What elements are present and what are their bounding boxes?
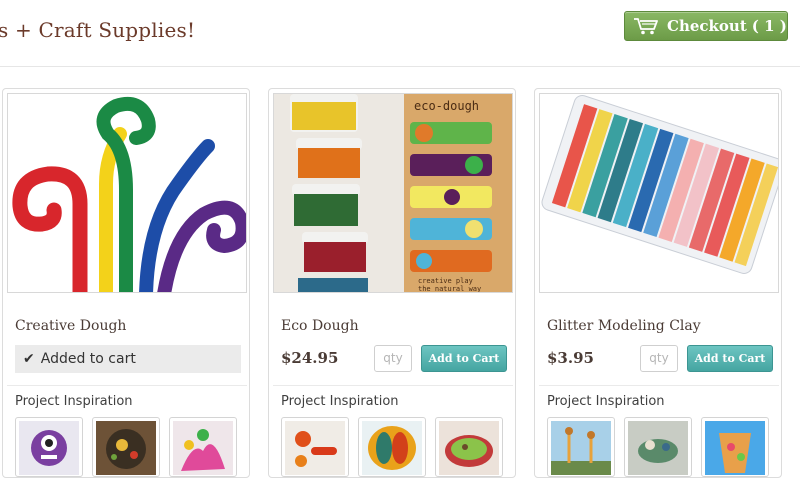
inspiration-thumbnail[interactable] — [624, 417, 692, 477]
product-image[interactable] — [7, 93, 247, 293]
project-inspiration-label: Project Inspiration — [15, 394, 133, 409]
inspiration-thumbnail[interactable] — [15, 417, 83, 477]
added-to-cart-label: Added to cart — [40, 351, 136, 367]
checkout-count: ( 1 ) — [751, 17, 787, 35]
product-card-creative-dough: Creative Dough ✔ Added to cart Project I… — [2, 88, 250, 478]
product-image[interactable] — [539, 93, 779, 293]
inspiration-thumbnail[interactable] — [169, 417, 237, 477]
product-image[interactable]: eco-dough creative play the natural way — [273, 93, 513, 293]
divider — [539, 385, 779, 386]
checkmark-icon: ✔ — [23, 351, 35, 367]
inspiration-thumbnail[interactable] — [92, 417, 160, 477]
thumbnail-image — [362, 421, 422, 475]
checkout-button[interactable]: Checkout ( 1 ) — [624, 11, 788, 41]
add-to-cart-button[interactable]: Add to Cart — [421, 345, 507, 372]
header: s + Craft Supplies! Checkout ( 1 ) — [0, 0, 800, 67]
eco-dough-image: eco-dough creative play the natural way — [274, 94, 512, 293]
thumbnail-image — [439, 421, 499, 475]
product-name[interactable]: Creative Dough — [15, 318, 126, 334]
project-inspiration-label: Project Inspiration — [547, 394, 665, 409]
glitter-clay-image — [540, 94, 778, 292]
product-name[interactable]: Eco Dough — [281, 318, 359, 334]
product-card-eco-dough: eco-dough creative play the natural way … — [268, 88, 516, 478]
product-price: $3.95 — [547, 349, 594, 367]
project-inspiration-label: Project Inspiration — [281, 394, 399, 409]
inspiration-thumbnail[interactable] — [701, 417, 769, 477]
box-tagline-1: creative play — [418, 277, 473, 285]
inspiration-thumbnail[interactable] — [547, 417, 615, 477]
box-tagline-2: the natural way — [418, 285, 481, 293]
inspiration-thumbnail[interactable] — [281, 417, 349, 477]
divider — [273, 385, 513, 386]
page-title: s + Craft Supplies! — [0, 18, 196, 42]
thumbnail-image — [96, 421, 156, 475]
thumbnail-image — [551, 421, 611, 475]
inspiration-thumbnail[interactable] — [435, 417, 503, 477]
inspiration-thumbnail[interactable] — [358, 417, 426, 477]
product-price: $24.95 — [281, 349, 339, 367]
shopping-cart-icon — [634, 18, 658, 35]
product-card-glitter-modeling-clay: Glitter Modeling Clay $3.95 qty Add to C… — [534, 88, 782, 478]
box-title: eco-dough — [414, 99, 479, 113]
quantity-input[interactable]: qty — [374, 345, 412, 372]
creative-dough-image — [8, 94, 246, 292]
add-to-cart-button[interactable]: Add to Cart — [687, 345, 773, 372]
thumbnail-image — [628, 421, 688, 475]
added-to-cart-status: ✔ Added to cart — [15, 345, 241, 373]
thumbnail-image — [705, 421, 765, 475]
thumbnail-image — [19, 421, 79, 475]
thumbnail-image — [173, 421, 233, 475]
quantity-input[interactable]: qty — [640, 345, 678, 372]
checkout-label: Checkout — [667, 17, 747, 35]
thumbnail-image — [285, 421, 345, 475]
divider — [7, 385, 247, 386]
product-name[interactable]: Glitter Modeling Clay — [547, 318, 701, 334]
